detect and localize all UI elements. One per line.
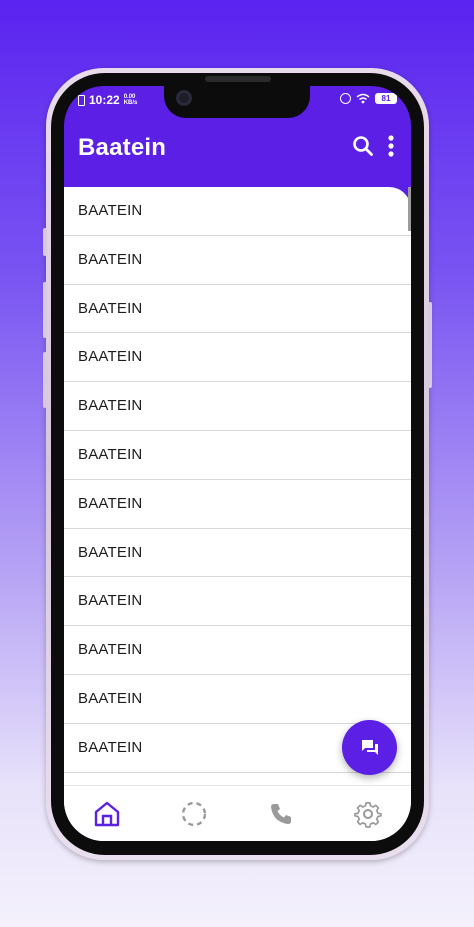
content-sheet: BAATEIN BAATEIN BAATEIN BAATEIN BAATEIN …: [64, 187, 411, 841]
net-speed: 0.00 KB/s: [124, 94, 138, 106]
phone-speaker: [205, 76, 271, 82]
more-vert-icon: [388, 135, 394, 157]
list-item-label: BAATEIN: [78, 689, 143, 707]
list-item[interactable]: BAATEIN: [64, 285, 411, 334]
list-item[interactable]: BAATEIN: [64, 333, 411, 383]
list-item-label: BAATEIN: [78, 202, 143, 219]
list-item[interactable]: BAATEIN: [64, 480, 411, 529]
sim-icon: [78, 94, 85, 106]
list-item-label: BAATEIN: [78, 348, 143, 366]
app-bar: Baatein: [64, 114, 411, 186]
list-item[interactable]: BAATEIN: [64, 382, 411, 431]
list-item[interactable]: BAATEIN: [64, 675, 411, 724]
scrollbar[interactable]: [408, 187, 411, 231]
phone-icon: [270, 803, 291, 824]
list-item[interactable]: BAATEIN: [64, 529, 411, 578]
settings-icon: [353, 801, 382, 828]
list-item[interactable]: BAATEIN: [64, 626, 411, 675]
battery-indicator: 81: [375, 93, 397, 104]
phone-side-button: [43, 282, 47, 338]
search-button[interactable]: [351, 134, 375, 158]
list-item-label: BAATEIN: [78, 494, 143, 512]
list-item-label: BAATEIN: [78, 299, 143, 317]
alarm-icon: [340, 93, 351, 104]
nav-status-button[interactable]: [174, 794, 214, 834]
list-item[interactable]: BAATEIN: [64, 236, 411, 285]
list-item-label: BAATEIN: [78, 543, 143, 561]
new-chat-fab[interactable]: [342, 720, 397, 775]
list-item[interactable]: BAATEIN: [64, 187, 411, 236]
nav-home-button[interactable]: [87, 794, 127, 834]
list-item[interactable]: BAATEIN: [64, 577, 411, 627]
more-options-button[interactable]: [384, 132, 398, 160]
nav-calls-button[interactable]: [261, 794, 301, 834]
list-item-label: BAATEIN: [78, 445, 143, 463]
status-time: 10:22: [89, 93, 120, 107]
list-item-label: BAATEIN: [78, 592, 143, 610]
notch: [164, 86, 310, 118]
list-item-label: BAATEIN: [78, 397, 143, 415]
front-camera: [176, 90, 192, 106]
wifi-icon: [356, 93, 370, 104]
list-item[interactable]: BAATEIN: [64, 431, 411, 480]
bottom-nav: [64, 785, 411, 841]
home-icon: [95, 801, 120, 826]
search-icon: [353, 136, 373, 156]
net-speed-unit: KB/s: [123, 100, 138, 106]
phone-side-button: [428, 302, 432, 388]
phone-side-button: [43, 228, 47, 256]
list-item-label: BAATEIN: [78, 641, 143, 659]
list-item-label: BAATEIN: [78, 250, 143, 268]
status-icon: [181, 801, 207, 826]
app-title: Baatein: [78, 134, 167, 161]
nav-settings-button[interactable]: [348, 794, 388, 834]
list-item-label: BAATEIN: [78, 738, 143, 756]
chat-list[interactable]: BAATEIN BAATEIN BAATEIN BAATEIN BAATEIN …: [64, 187, 411, 785]
new-chat-icon: [361, 739, 378, 755]
phone-side-button: [43, 352, 47, 408]
app-screen: 10:22 0.00 KB/s 81 Baatein BAATEIN BAATE…: [64, 86, 411, 841]
